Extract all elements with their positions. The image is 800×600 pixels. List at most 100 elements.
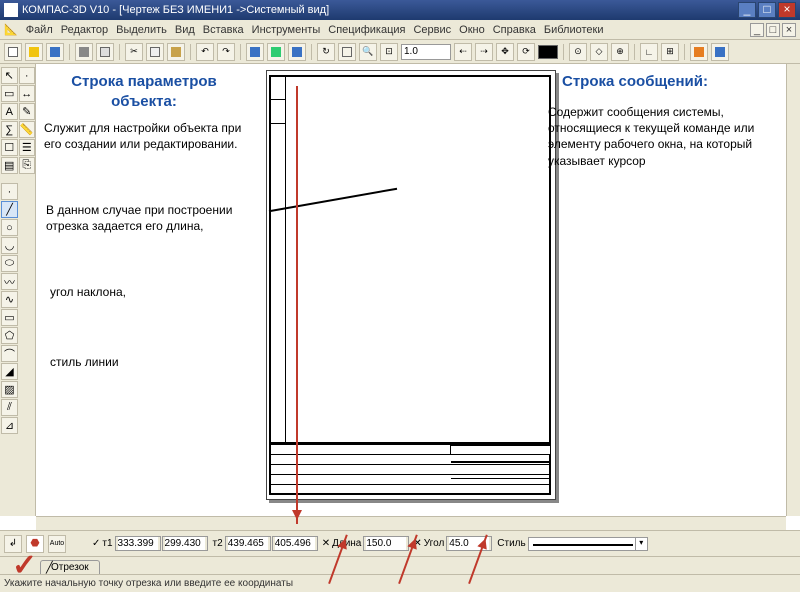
field-length[interactable]: ✕ Длина <box>322 536 410 551</box>
field-t2[interactable]: т2 <box>212 536 318 551</box>
menu-tools[interactable]: Инструменты <box>252 24 321 36</box>
tool-polygon[interactable]: ⬠ <box>1 327 18 344</box>
callout-left-p2: В данном случае при построении отрезка з… <box>46 202 246 234</box>
tool-insert[interactable]: ⎘ <box>19 157 36 174</box>
pan-button[interactable]: ✥ <box>496 43 514 61</box>
tool-fillet[interactable]: ⌒ <box>1 345 18 362</box>
color-swatch[interactable] <box>538 45 558 59</box>
tool-ellipse[interactable]: ⬭ <box>1 255 18 272</box>
stop-button[interactable]: ⬣ <box>26 535 44 553</box>
grid-button[interactable]: ⊞ <box>661 43 679 61</box>
snap-mid-button[interactable]: ◇ <box>590 43 608 61</box>
lock-icon[interactable]: ✓ <box>92 538 100 549</box>
tool-param[interactable]: ∑ <box>1 121 18 138</box>
maximize-button[interactable]: □ <box>758 2 776 18</box>
cut-button[interactable]: ✂ <box>125 43 143 61</box>
menu-service[interactable]: Сервис <box>413 24 451 36</box>
ortho-button[interactable]: ∟ <box>640 43 658 61</box>
horizontal-scrollbar[interactable] <box>36 516 786 530</box>
status-text: Укажите начальную точку отрезка или введ… <box>4 578 293 589</box>
tool-equidist[interactable]: ⫽ <box>1 399 18 416</box>
menu-select[interactable]: Выделить <box>116 24 167 36</box>
tool-dim[interactable]: ↔ <box>19 85 36 102</box>
paste-button[interactable] <box>167 43 185 61</box>
open-button[interactable] <box>25 43 43 61</box>
new-button[interactable] <box>4 43 22 61</box>
copy-button[interactable] <box>146 43 164 61</box>
zoom-in-button[interactable]: 🔍 <box>359 43 377 61</box>
doc-restore-button[interactable]: □ <box>766 23 780 37</box>
menu-view[interactable]: Вид <box>175 24 195 36</box>
menu-help[interactable]: Справка <box>493 24 536 36</box>
menu-libs[interactable]: Библиотеки <box>544 24 604 36</box>
tool-select[interactable]: ☐ <box>1 139 18 156</box>
zoom-next-button[interactable]: ⇢ <box>475 43 493 61</box>
style-dropdown[interactable]: ▾ <box>528 537 648 551</box>
save-button[interactable] <box>46 43 64 61</box>
sys-icon: 📐 <box>4 23 18 36</box>
rotate-button[interactable]: ⟳ <box>517 43 535 61</box>
minimize-button[interactable]: _ <box>738 2 756 18</box>
menu-file[interactable]: Файл <box>26 24 53 36</box>
menu-window[interactable]: Окно <box>459 24 485 36</box>
tool-edit[interactable]: ✎ <box>19 103 36 120</box>
tree-button[interactable] <box>288 43 306 61</box>
refresh-button[interactable]: ↻ <box>317 43 335 61</box>
menu-editor[interactable]: Редактор <box>61 24 108 36</box>
preview-button[interactable] <box>96 43 114 61</box>
zoom-prev-button[interactable]: ⇠ <box>454 43 472 61</box>
tool-spec[interactable]: ☰ <box>19 139 36 156</box>
tool-bezier[interactable]: ∿ <box>1 291 18 308</box>
tool-text[interactable]: A <box>1 103 18 120</box>
close-button[interactable]: × <box>778 2 796 18</box>
vars-button[interactable] <box>267 43 285 61</box>
snap-point-button[interactable]: ⊙ <box>569 43 587 61</box>
tool-spline[interactable]: 〰 <box>1 273 18 290</box>
doc-minimize-button[interactable]: _ <box>750 23 764 37</box>
prop-button[interactable] <box>246 43 264 61</box>
tool-rect[interactable]: ▭ <box>1 309 18 326</box>
field-style[interactable]: Стиль ▾ <box>496 537 647 551</box>
arrow-dlina <box>296 86 298 524</box>
tool-selection[interactable]: ↖ <box>1 67 18 84</box>
callout-left-p4: стиль линии <box>50 354 250 370</box>
tool-measure[interactable]: 📏 <box>19 121 36 138</box>
menu-insert[interactable]: Вставка <box>203 24 244 36</box>
callout-left-title: Строка параметров объекта: <box>44 72 244 117</box>
tool-geom[interactable]: ▭ <box>1 85 18 102</box>
callout-left-p3: угол наклона, <box>50 284 250 300</box>
print-button[interactable] <box>75 43 93 61</box>
menu-spec[interactable]: Спецификация <box>328 24 405 36</box>
tool-chamfer[interactable]: ◢ <box>1 363 18 380</box>
undo-button[interactable]: ↶ <box>196 43 214 61</box>
tool-hatch[interactable]: ▨ <box>1 381 18 398</box>
layer-button[interactable] <box>690 43 708 61</box>
zoom-fit-button[interactable] <box>338 43 356 61</box>
tool-circle[interactable]: ○ <box>1 219 18 236</box>
vertical-scrollbar[interactable] <box>786 64 800 516</box>
drawing-sheet <box>266 70 556 500</box>
tool-report[interactable]: ▤ <box>1 157 18 174</box>
tool-line[interactable]: ╱ <box>1 201 18 218</box>
field-t1[interactable]: ✓ т1 <box>92 536 208 551</box>
length-input[interactable] <box>366 537 406 550</box>
tool-point[interactable]: · <box>1 183 18 200</box>
zoom-input[interactable]: 1.0 <box>401 44 451 60</box>
t2y-input[interactable] <box>275 537 315 550</box>
zoom-win-button[interactable]: ⊡ <box>380 43 398 61</box>
t1y-input[interactable] <box>165 537 205 550</box>
tool-basis[interactable]: ⊿ <box>1 417 18 434</box>
t2x-input[interactable] <box>228 537 268 550</box>
t1x-input[interactable] <box>118 537 158 550</box>
auto-button[interactable]: Auto <box>48 535 66 553</box>
doc-close-button[interactable]: × <box>782 23 796 37</box>
tabstrip: ╱ Отрезок <box>0 556 800 574</box>
spec-button[interactable] <box>711 43 729 61</box>
create-button[interactable]: ↲ <box>4 535 22 553</box>
callout-right-p1: Содержит сообщения системы, относящиеся … <box>548 104 778 169</box>
snap-toggle-button[interactable]: ⊕ <box>611 43 629 61</box>
tool-aux[interactable]: · <box>19 67 36 84</box>
main-toolbar: ✂ ↶ ↷ ↻ 🔍 ⊡ 1.0 ⇠ ⇢ ✥ ⟳ ⊙ ◇ ⊕ ∟ ⊞ <box>0 40 800 64</box>
tool-arc[interactable]: ◡ <box>1 237 18 254</box>
redo-button[interactable]: ↷ <box>217 43 235 61</box>
